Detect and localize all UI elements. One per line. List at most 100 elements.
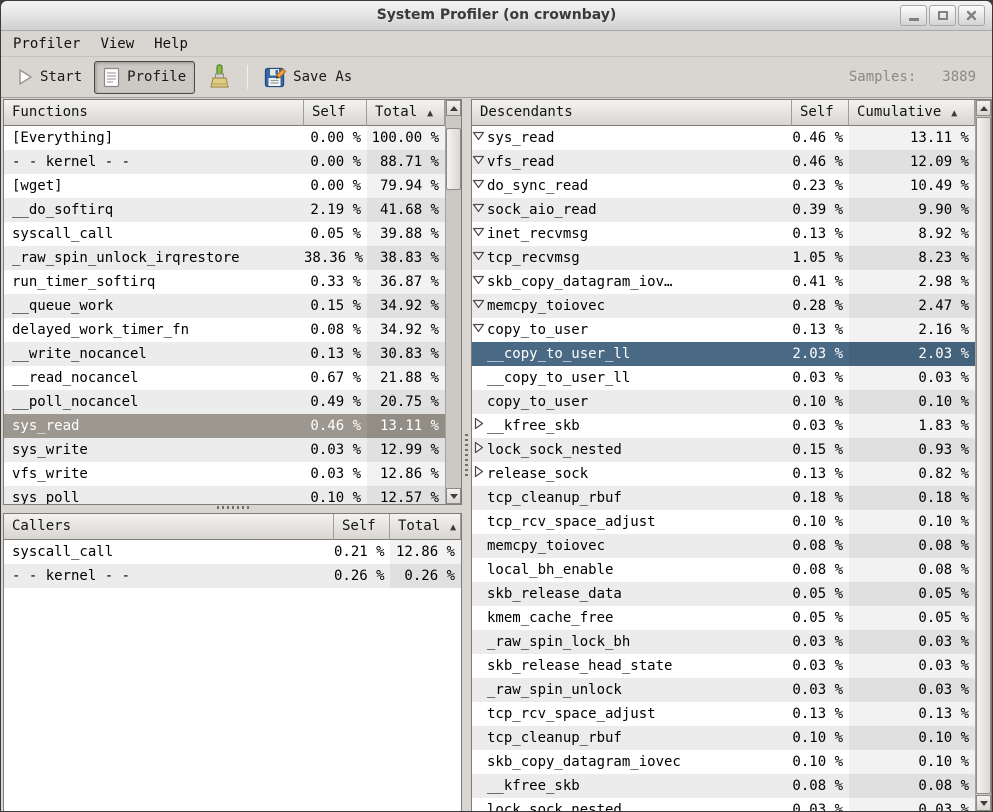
table-row[interactable]: __do_softirq2.19 %41.68 %	[4, 198, 445, 222]
maximize-button[interactable]	[929, 5, 956, 26]
callers-column-header[interactable]: Callers	[4, 514, 334, 540]
tree-row[interactable]: _raw_spin_lock_bh0.03 %0.03 %	[472, 630, 975, 654]
expander-closed-icon[interactable]	[472, 465, 487, 478]
function-name: inet_recvmsg	[487, 226, 588, 242]
table-row[interactable]: [wget]0.00 %79.94 %	[4, 174, 445, 198]
tree-row[interactable]: memcpy_toiovec0.28 %2.47 %	[472, 294, 975, 318]
table-row[interactable]: - - kernel - -0.00 %88.71 %	[4, 150, 445, 174]
table-row[interactable]: __queue_work0.15 %34.92 %	[4, 294, 445, 318]
self-percent: 0.33 %	[304, 270, 367, 294]
vertical-splitter-handle[interactable]	[465, 434, 468, 476]
table-row[interactable]: sys_read0.46 %13.11 %	[4, 414, 445, 438]
table-row[interactable]: sys_poll0.10 %12.57 %	[4, 486, 445, 504]
total-percent: 20.75 %	[367, 390, 445, 414]
tree-row[interactable]: do_sync_read0.23 %10.49 %	[472, 174, 975, 198]
expander-open-icon[interactable]	[472, 297, 487, 310]
horizontal-splitter-handle[interactable]	[217, 506, 249, 509]
function-name: syscall_call	[4, 540, 334, 564]
tree-row[interactable]: _raw_spin_unlock0.03 %0.03 %	[472, 678, 975, 702]
tree-row[interactable]: inet_recvmsg0.13 %8.92 %	[472, 222, 975, 246]
expander-open-icon[interactable]	[472, 201, 487, 214]
expander-open-icon[interactable]	[472, 273, 487, 286]
table-row[interactable]: - - kernel - -0.26 %0.26 %	[4, 564, 461, 588]
tree-row[interactable]: skb_copy_datagram_iov…0.41 %2.98 %	[472, 270, 975, 294]
scroll-down-button[interactable]	[976, 795, 991, 811]
functions-scrollbar[interactable]	[445, 100, 461, 504]
expander-open-icon[interactable]	[472, 177, 487, 190]
descendants-scrollbar[interactable]	[975, 100, 991, 811]
tree-row[interactable]: skb_release_data0.05 %0.05 %	[472, 582, 975, 606]
table-row[interactable]: _raw_spin_unlock_irqrestore38.36 %38.83 …	[4, 246, 445, 270]
table-row[interactable]: __read_nocancel0.67 %21.88 %	[4, 366, 445, 390]
descendants-cumulative-column-header[interactable]: Cumulative▲	[849, 100, 975, 126]
tree-row[interactable]: tcp_rcv_space_adjust0.13 %0.13 %	[472, 702, 975, 726]
function-name: memcpy_toiovec	[487, 538, 605, 554]
descendants-self-column-header[interactable]: Self	[792, 100, 849, 126]
tree-row[interactable]: __kfree_skb0.08 %0.08 %	[472, 774, 975, 798]
menu-profiler[interactable]: Profiler	[11, 34, 82, 54]
tree-row[interactable]: local_bh_enable0.08 %0.08 %	[472, 558, 975, 582]
tree-row[interactable]: vfs_read0.46 %12.09 %	[472, 150, 975, 174]
table-row[interactable]: [Everything]0.00 %100.00 %	[4, 126, 445, 150]
descendants-column-header[interactable]: Descendants	[472, 100, 792, 126]
tree-row[interactable]: lock_sock_nested0.03 %0.03 %	[472, 798, 975, 811]
tree-row[interactable]: kmem_cache_free0.05 %0.05 %	[472, 606, 975, 630]
table-row[interactable]: syscall_call0.21 %12.86 %	[4, 540, 461, 564]
callers-self-column-header[interactable]: Self	[334, 514, 390, 540]
tree-row[interactable]: tcp_recvmsg1.05 %8.23 %	[472, 246, 975, 270]
tree-row[interactable]: copy_to_user0.10 %0.10 %	[472, 390, 975, 414]
scrollbar-thumb[interactable]	[976, 117, 991, 794]
table-row[interactable]: syscall_call0.05 %39.88 %	[4, 222, 445, 246]
table-row[interactable]: delayed_work_timer_fn0.08 %34.92 %	[4, 318, 445, 342]
menu-view[interactable]: View	[98, 34, 136, 54]
start-button[interactable]: Start	[9, 63, 90, 91]
scrollbar-thumb[interactable]	[446, 128, 461, 190]
expander-open-icon[interactable]	[472, 321, 487, 334]
close-button[interactable]	[958, 5, 985, 26]
self-percent: 0.00 %	[304, 126, 367, 150]
expander-closed-icon[interactable]	[472, 441, 487, 454]
cumulative-percent: 0.10 %	[849, 750, 975, 774]
tree-row[interactable]: tcp_cleanup_rbuf0.10 %0.10 %	[472, 726, 975, 750]
tree-row[interactable]: copy_to_user0.13 %2.16 %	[472, 318, 975, 342]
table-row[interactable]: vfs_write0.03 %12.86 %	[4, 462, 445, 486]
self-percent: 0.46 %	[792, 150, 849, 174]
scroll-up-button[interactable]	[446, 100, 461, 116]
callers-total-column-header[interactable]: Total▲	[390, 514, 461, 540]
tree-row[interactable]: sys_read0.46 %13.11 %	[472, 126, 975, 150]
expander-closed-icon[interactable]	[472, 417, 487, 430]
table-row[interactable]: __poll_nocancel0.49 %20.75 %	[4, 390, 445, 414]
clear-button[interactable]	[199, 59, 239, 95]
table-row[interactable]: run_timer_softirq0.33 %36.87 %	[4, 270, 445, 294]
tree-row[interactable]: skb_copy_datagram_iovec0.10 %0.10 %	[472, 750, 975, 774]
functions-self-column-header[interactable]: Self	[304, 100, 367, 126]
tree-row[interactable]: tcp_cleanup_rbuf0.18 %0.18 %	[472, 486, 975, 510]
tree-row[interactable]: tcp_rcv_space_adjust0.10 %0.10 %	[472, 510, 975, 534]
toolbar: Start Profile	[1, 56, 992, 97]
scroll-up-button[interactable]	[976, 100, 991, 116]
expander-open-icon[interactable]	[472, 225, 487, 238]
minimize-button[interactable]	[900, 5, 927, 26]
tree-row[interactable]: release_sock0.13 %0.82 %	[472, 462, 975, 486]
tree-row[interactable]: lock_sock_nested0.15 %0.93 %	[472, 438, 975, 462]
expander-open-icon[interactable]	[472, 129, 487, 142]
expander-open-icon[interactable]	[472, 249, 487, 262]
tree-row[interactable]: __copy_to_user_ll0.03 %0.03 %	[472, 366, 975, 390]
functions-total-column-header[interactable]: Total▲	[367, 100, 445, 126]
tree-row[interactable]: __copy_to_user_ll2.03 %2.03 %	[472, 342, 975, 366]
callers-panel: Callers Self Total▲ syscall_call0.21 %12…	[3, 513, 462, 812]
scroll-down-button[interactable]	[446, 488, 461, 504]
functions-column-header[interactable]: Functions	[4, 100, 304, 126]
table-row[interactable]: __write_nocancel0.13 %30.83 %	[4, 342, 445, 366]
titlebar: System Profiler (on crownbay)	[1, 1, 992, 31]
table-row[interactable]: sys_write0.03 %12.99 %	[4, 438, 445, 462]
tree-row[interactable]: __kfree_skb0.03 %1.83 %	[472, 414, 975, 438]
profile-toggle-button[interactable]: Profile	[94, 61, 195, 94]
tree-row[interactable]: skb_release_head_state0.03 %0.03 %	[472, 654, 975, 678]
expander-open-icon[interactable]	[472, 153, 487, 166]
save-as-button[interactable]: Save As	[256, 61, 360, 93]
menu-help[interactable]: Help	[152, 34, 190, 54]
function-name: sock_aio_read	[487, 202, 597, 218]
tree-row[interactable]: sock_aio_read0.39 %9.90 %	[472, 198, 975, 222]
tree-row[interactable]: memcpy_toiovec0.08 %0.08 %	[472, 534, 975, 558]
